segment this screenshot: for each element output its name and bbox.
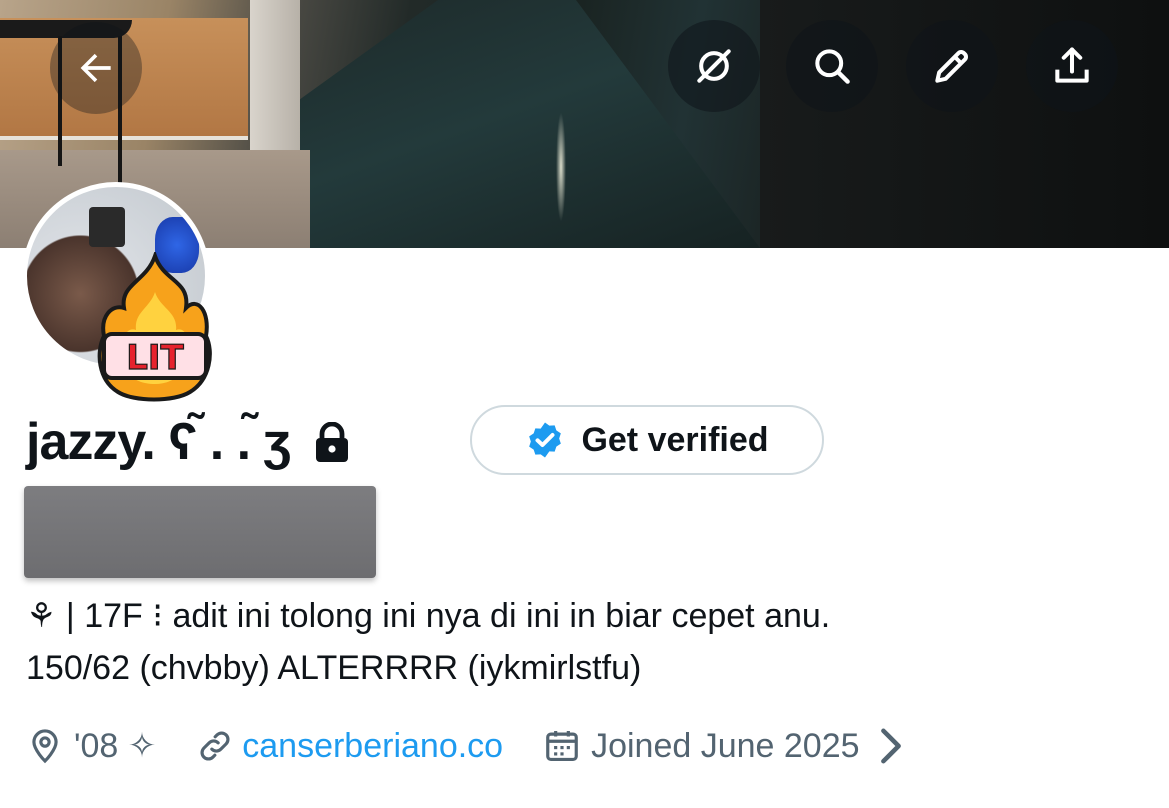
joined-text: Joined June 2025	[591, 726, 860, 765]
website-link[interactable]: canserberiano.co	[196, 727, 503, 766]
name-row: jazzy. ʕ ̃. . ̃ʒ	[26, 404, 350, 480]
banner-light	[556, 112, 566, 222]
share-button[interactable]	[1026, 20, 1118, 112]
back-button[interactable]	[50, 22, 142, 114]
bio-line-2: 150/62 (chvbby) ALTERRRR (iykmirlstfu)	[26, 649, 642, 687]
lit-sticker-text: LIT	[126, 338, 184, 378]
link-icon	[200, 731, 230, 761]
edit-icon	[935, 50, 968, 83]
lit-sticker-icon: LIT	[97, 252, 212, 402]
share-icon	[1055, 47, 1089, 83]
avatar-phone	[89, 207, 125, 247]
lock-icon	[315, 422, 348, 462]
grok-button[interactable]	[668, 20, 760, 112]
verified-badge-icon	[529, 422, 562, 458]
location-pin-icon	[32, 729, 58, 764]
get-verified-button[interactable]: Get verified	[470, 405, 824, 475]
chevron-right-icon	[880, 728, 901, 764]
profile-bio: ⚘ | 17F ⁝ adit ini tolong ini nya di ini…	[26, 590, 1146, 694]
calendar-icon	[546, 730, 578, 762]
location-item: '08 ✧	[26, 726, 156, 766]
search-button[interactable]	[786, 20, 878, 112]
arrow-left-icon	[80, 53, 111, 83]
profile-meta: '08 ✧ canserberiano.co Joined June 2025	[26, 720, 920, 772]
bio-line-1: ⚘ | 17F ⁝ adit ini tolong ini nya di ini…	[26, 597, 831, 635]
redacted-username	[24, 486, 376, 578]
get-verified-label: Get verified	[581, 420, 769, 459]
display-name: jazzy. ʕ ̃. . ̃ʒ	[26, 413, 291, 471]
edit-button[interactable]	[906, 20, 998, 112]
website-text[interactable]: canserberiano.co	[242, 727, 503, 766]
grok-icon	[697, 49, 731, 83]
search-icon	[815, 49, 850, 84]
location-text: '08 ✧	[74, 727, 157, 765]
banner-pillar	[250, 0, 300, 150]
joined-date[interactable]: Joined June 2025	[543, 727, 919, 766]
